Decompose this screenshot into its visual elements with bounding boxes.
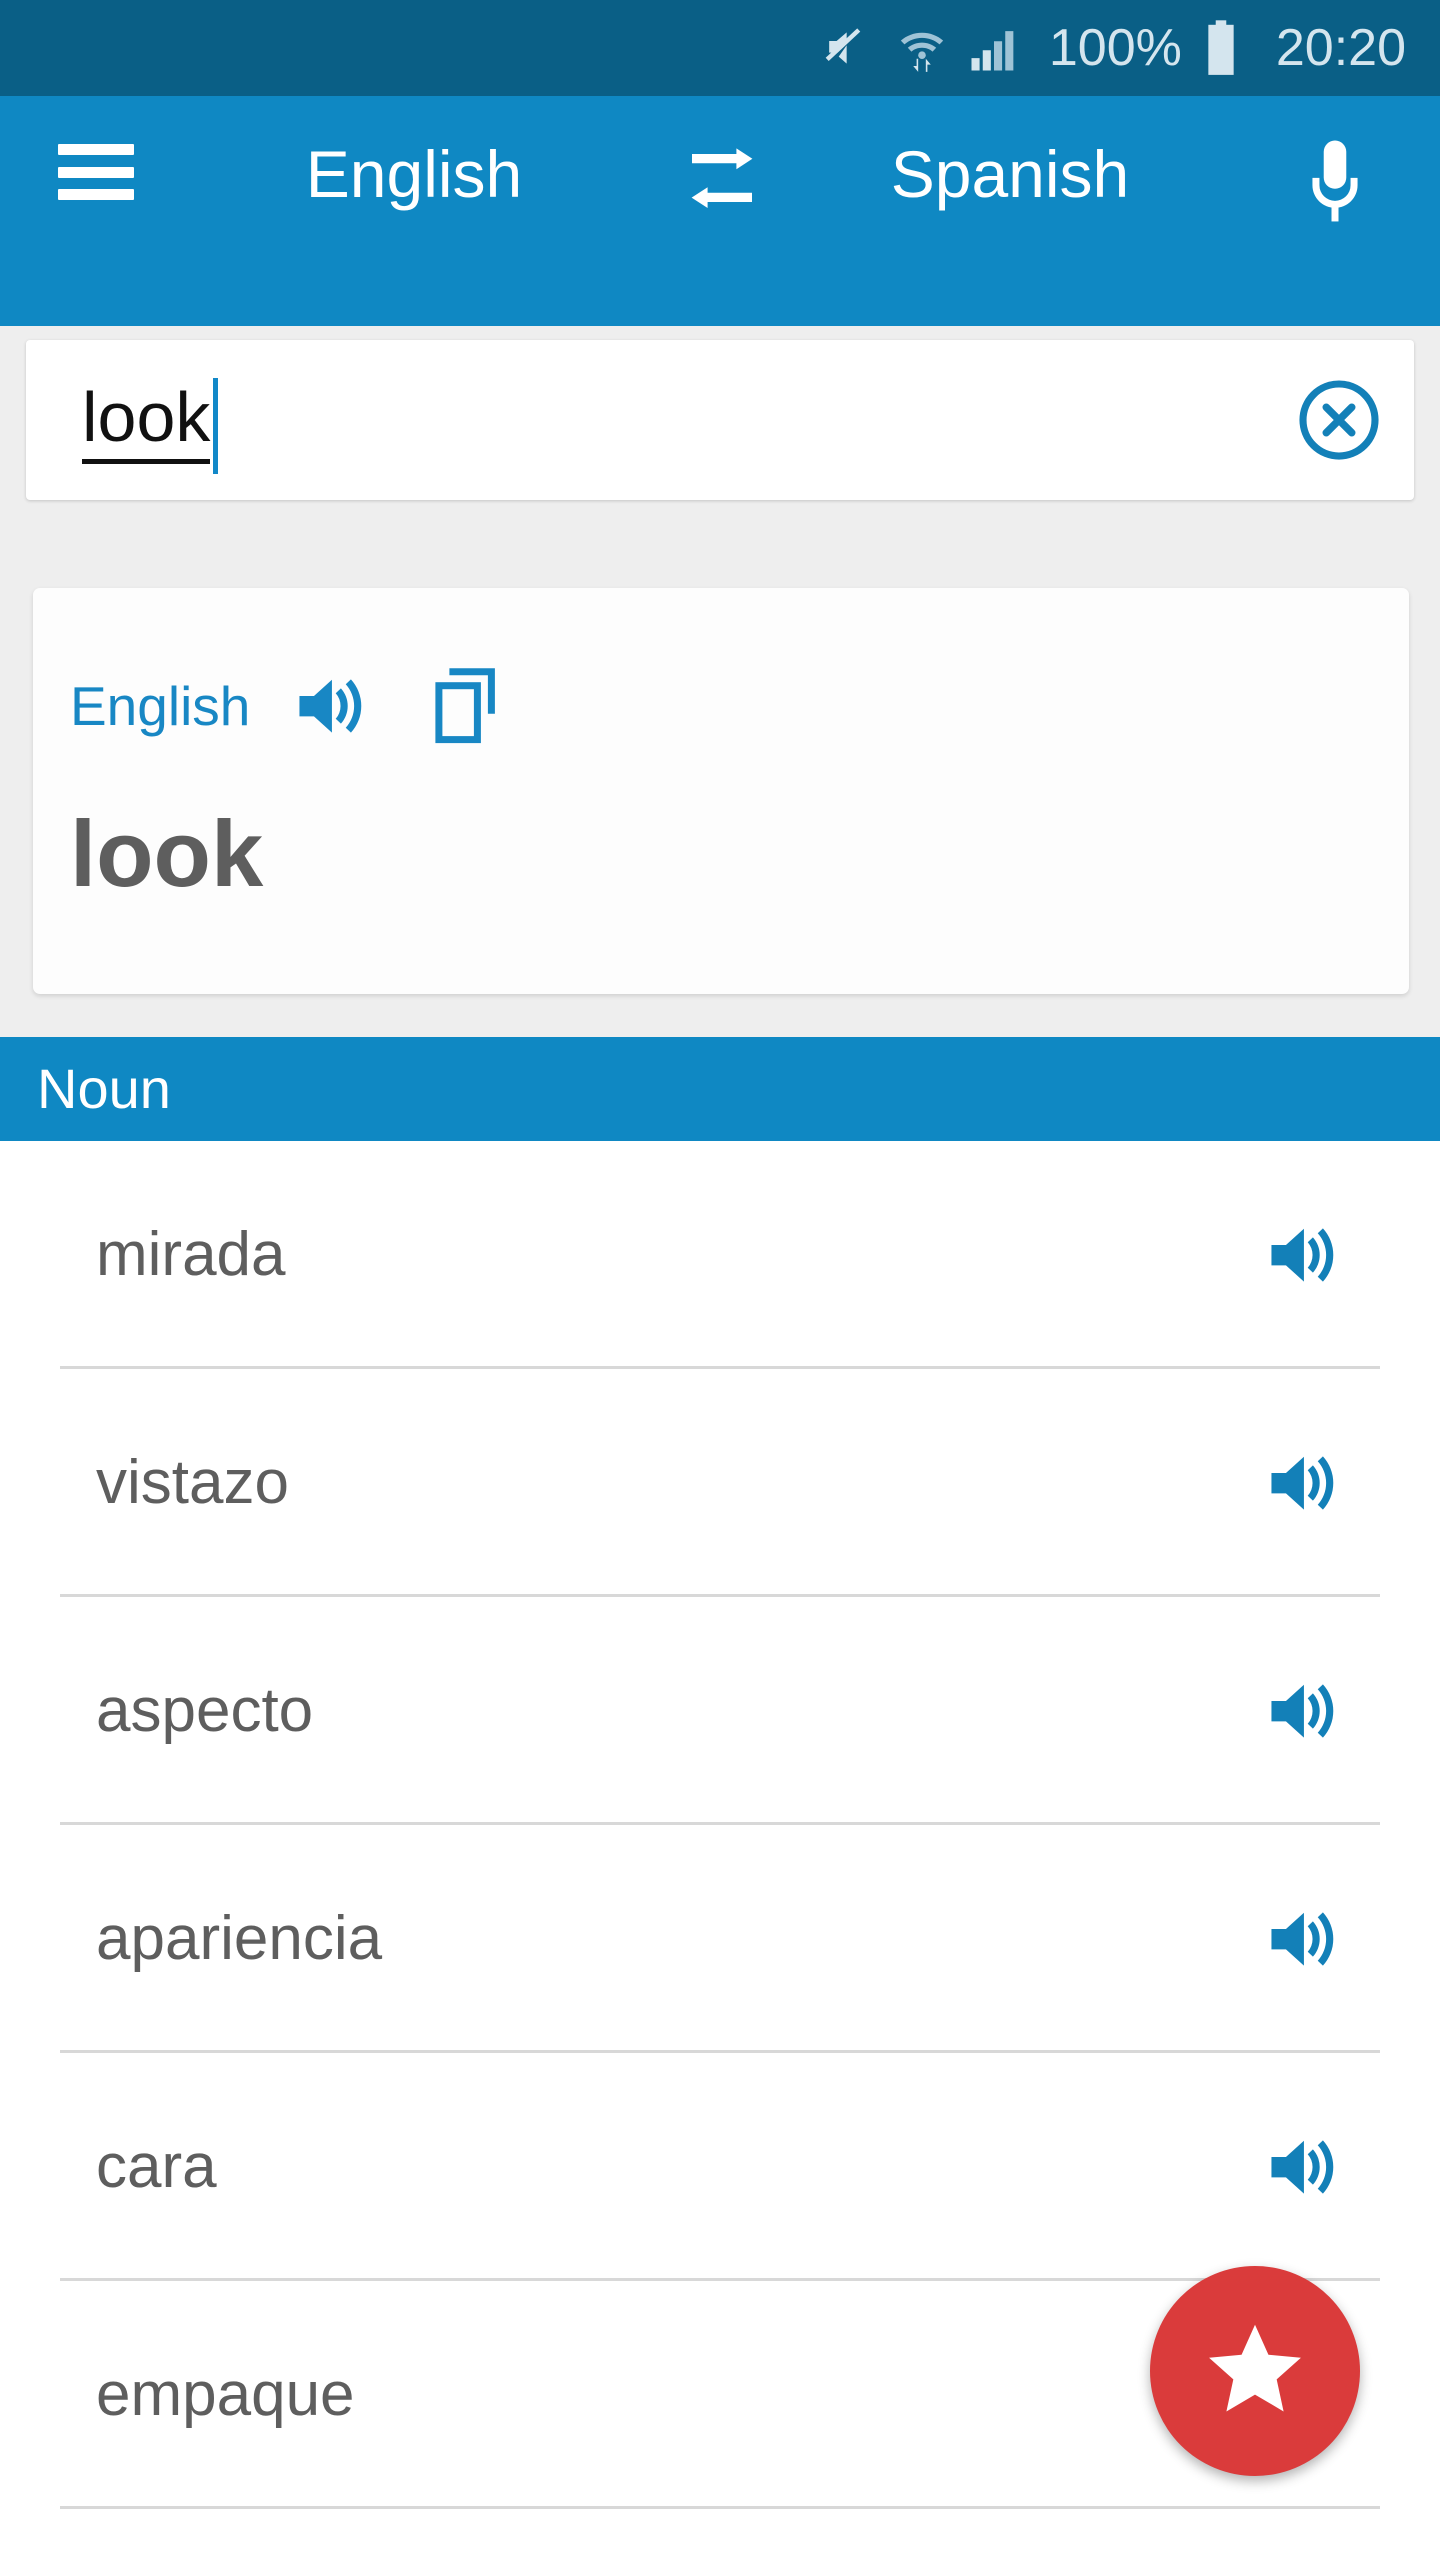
app-screen: 100% 20:20 English Spanish look English … xyxy=(0,0,1440,2560)
clock-label: 20:20 xyxy=(1275,19,1406,77)
speaker-icon[interactable] xyxy=(1268,1222,1344,1288)
battery-percent-label: 100% xyxy=(1048,19,1182,77)
search-field[interactable]: look xyxy=(26,340,1414,500)
source-word-card: English look xyxy=(33,588,1409,994)
speaker-icon[interactable] xyxy=(1268,1450,1344,1516)
text-caret xyxy=(213,378,219,474)
swap-languages-icon[interactable] xyxy=(672,148,772,212)
speaker-icon[interactable] xyxy=(296,673,372,739)
part-of-speech-header: Noun xyxy=(0,1037,1440,1141)
list-item[interactable]: cara xyxy=(0,2053,1440,2281)
translation-word: empaque xyxy=(96,2360,355,2429)
list-item[interactable]: mirada xyxy=(0,1141,1440,1369)
search-input-zone[interactable]: look xyxy=(26,340,1264,500)
translation-word: vistazo xyxy=(96,1448,289,1517)
translation-word: apariencia xyxy=(96,1904,383,1973)
app-bar: English Spanish xyxy=(0,96,1440,326)
microphone-icon[interactable] xyxy=(1300,138,1370,224)
list-item[interactable]: vistazo xyxy=(0,1369,1440,1597)
copy-icon[interactable] xyxy=(434,667,504,745)
list-item[interactable]: apariencia xyxy=(0,1825,1440,2053)
speaker-icon[interactable] xyxy=(1268,2134,1344,2200)
speaker-icon[interactable] xyxy=(1268,1678,1344,1744)
target-language-selector[interactable]: Spanish xyxy=(880,132,1140,216)
clear-circle-icon[interactable] xyxy=(1264,340,1414,500)
source-language-selector[interactable]: English xyxy=(294,132,534,216)
source-card-header: English xyxy=(70,667,504,745)
status-bar: 100% 20:20 xyxy=(0,0,1440,96)
favorite-fab-button[interactable] xyxy=(1150,2266,1360,2476)
star-icon xyxy=(1203,2319,1307,2424)
source-word: look xyxy=(70,801,264,906)
signal-icon xyxy=(967,20,1021,76)
mute-icon xyxy=(821,20,877,76)
source-card-language-label: English xyxy=(70,675,251,737)
hamburger-menu-icon[interactable] xyxy=(58,144,134,200)
list-item[interactable]: aspecto xyxy=(0,1597,1440,1825)
translation-word: aspecto xyxy=(96,1676,314,1745)
app-bar-row: English Spanish xyxy=(0,96,1440,246)
translation-word: mirada xyxy=(96,1220,286,1289)
search-input[interactable]: look xyxy=(82,377,211,464)
translation-word: cara xyxy=(96,2132,217,2201)
part-of-speech-label: Noun xyxy=(37,1057,171,1120)
wifi-icon xyxy=(895,20,949,76)
list-divider xyxy=(60,2506,1380,2509)
battery-full-icon xyxy=(1204,19,1238,77)
status-icons: 100% 20:20 xyxy=(821,18,1406,78)
speaker-icon[interactable] xyxy=(1268,1906,1344,1972)
